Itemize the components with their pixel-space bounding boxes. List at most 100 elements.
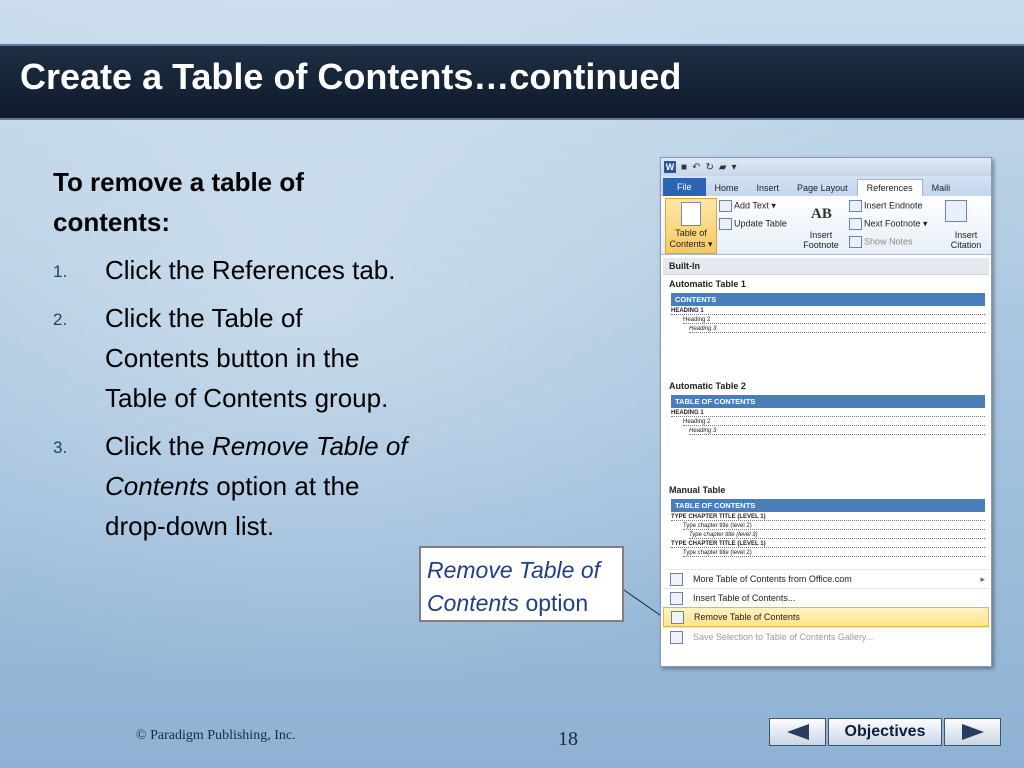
- tab-home[interactable]: Home: [706, 180, 748, 196]
- tab-page-layout[interactable]: Page Layout: [788, 180, 857, 196]
- step-1: 1. Click the References tab.: [53, 250, 413, 290]
- open-folder-icon[interactable]: ▰: [719, 162, 727, 173]
- step-3: 3. Click the Remove Table of Contents op…: [53, 426, 413, 546]
- add-text-button[interactable]: Add Text ▾: [719, 200, 776, 212]
- word-logo-icon: W: [664, 161, 676, 173]
- toc-preview-line: HEADING 1: [671, 308, 985, 315]
- toc-preview-header: CONTENTS: [671, 293, 985, 306]
- toc-preview-header: TABLE OF CONTENTS: [671, 499, 985, 512]
- toc-preview-line: HEADING 1: [671, 410, 985, 417]
- callout-box: Remove Table of Contents option: [419, 546, 624, 622]
- quick-access-toolbar: W ■ ↶ ↻ ▰ ▾: [661, 158, 991, 176]
- next-footnote-label: Next Footnote: [864, 218, 921, 229]
- tab-file[interactable]: File: [663, 178, 706, 196]
- remove-toc-icon: [671, 611, 684, 624]
- update-table-icon: [719, 218, 732, 230]
- insert-endnote-label: Insert Endnote: [864, 200, 923, 211]
- add-text-icon: [719, 200, 732, 212]
- slide-title: Create a Table of Contents…continued: [20, 56, 682, 97]
- save-gallery-icon: [670, 631, 683, 644]
- toc-preview-line: Heading 3: [689, 428, 985, 435]
- step-text-pre: Click the: [105, 431, 212, 461]
- more-toc-label: More Table of Contents from Office.com: [693, 574, 852, 584]
- callout-emphasis-2: Contents: [427, 590, 520, 616]
- toc-preview-line: Type chapter title (level 2): [683, 523, 985, 530]
- table-of-contents-icon: [681, 202, 701, 226]
- toc-preview-header: TABLE OF CONTENTS: [671, 395, 985, 408]
- callout-emphasis: Remove Table of: [427, 557, 601, 583]
- step-number: 1.: [53, 262, 68, 281]
- toc-preview-line: Type chapter title (level 3): [689, 532, 985, 539]
- automatic-table-2-option[interactable]: Automatic Table 2 TABLE OF CONTENTS HEAD…: [663, 377, 989, 481]
- automatic-table-2-label: Automatic Table 2: [669, 381, 746, 391]
- toc-preview-line: TYPE CHAPTER TITLE (LEVEL 1): [671, 514, 985, 521]
- insert-citation-button[interactable]: Insert Citation: [943, 230, 989, 250]
- slide-body: To remove a table of contents: 1. Click …: [53, 162, 413, 554]
- automatic-table-1-label: Automatic Table 1: [669, 279, 746, 289]
- toc-dropdown: Built-In Automatic Table 1 CONTENTS HEAD…: [663, 258, 989, 646]
- toc-preview-line: Heading 2: [683, 419, 985, 426]
- tab-insert[interactable]: Insert: [748, 180, 789, 196]
- step-number: 3.: [53, 438, 68, 457]
- toc-preview-line: Type chapter title (level 2): [683, 550, 985, 557]
- toc-preview-line: Heading 3: [689, 326, 985, 333]
- arrow-left-icon: [787, 724, 809, 740]
- arrow-right-icon: [962, 724, 984, 740]
- toc-preview-line: TYPE CHAPTER TITLE (LEVEL 1): [671, 541, 985, 548]
- automatic-table-1-preview: CONTENTS HEADING 1 Heading 2 Heading 3: [671, 293, 985, 377]
- manual-table-label: Manual Table: [669, 485, 726, 495]
- office-com-icon: [670, 573, 683, 586]
- show-notes-button[interactable]: Show Notes: [849, 236, 913, 248]
- next-slide-button[interactable]: [944, 718, 1001, 746]
- more-toc-office-item[interactable]: More Table of Contents from Office.com ▸: [663, 569, 989, 588]
- table-of-contents-button[interactable]: Table of Contents ▾: [665, 198, 717, 254]
- objectives-button[interactable]: Objectives: [828, 718, 942, 746]
- previous-slide-button[interactable]: [769, 718, 826, 746]
- remove-toc-item[interactable]: Remove Table of Contents: [663, 607, 989, 627]
- update-table-button[interactable]: Update Table: [719, 218, 787, 230]
- manual-table-option[interactable]: Manual Table TABLE OF CONTENTS TYPE CHAP…: [663, 481, 989, 569]
- tab-mailings[interactable]: Maili: [923, 180, 960, 196]
- page-number: 18: [558, 728, 578, 750]
- submenu-arrow-icon: ▸: [980, 574, 985, 584]
- add-text-label: Add Text: [734, 200, 769, 211]
- insert-toc-item[interactable]: Insert Table of Contents...: [663, 588, 989, 607]
- save-icon[interactable]: ■: [681, 162, 687, 173]
- manual-table-preview: TABLE OF CONTENTS TYPE CHAPTER TITLE (LE…: [671, 499, 985, 569]
- insert-citation-icon: [945, 200, 969, 222]
- step-text: Click the References tab.: [105, 255, 396, 285]
- automatic-table-1-option[interactable]: Automatic Table 1 CONTENTS HEADING 1 Hea…: [663, 275, 989, 377]
- insert-footnote-icon: AB: [811, 206, 832, 222]
- steps-list: 1. Click the References tab. 2. Click th…: [53, 250, 413, 546]
- show-notes-label: Show Notes: [864, 236, 913, 247]
- ribbon: Table of Contents ▾ Add Text ▾ Update Ta…: [661, 196, 991, 255]
- copyright: © Paradigm Publishing, Inc.: [136, 728, 296, 743]
- update-table-label: Update Table: [734, 218, 787, 229]
- insert-endnote-button[interactable]: Insert Endnote: [849, 200, 923, 212]
- show-notes-icon: [849, 236, 862, 248]
- step-2: 2. Click the Table of Contents button in…: [53, 298, 413, 418]
- next-footnote-button[interactable]: Next Footnote ▾: [849, 218, 928, 230]
- next-footnote-icon: [849, 218, 862, 230]
- insert-footnote-button[interactable]: Insert Footnote: [801, 230, 841, 250]
- insert-endnote-icon: [849, 200, 862, 212]
- built-in-section: Built-In: [663, 258, 989, 275]
- redo-icon[interactable]: ↻: [705, 162, 713, 173]
- step-number: 2.: [53, 310, 68, 329]
- undo-icon[interactable]: ↶: [692, 162, 700, 173]
- save-selection-item[interactable]: Save Selection to Table of Contents Gall…: [663, 627, 989, 646]
- save-selection-label: Save Selection to Table of Contents Gall…: [693, 632, 874, 642]
- toc-button-label: Table of Contents: [669, 228, 707, 249]
- remove-toc-label: Remove Table of Contents: [694, 612, 800, 622]
- ribbon-tabs: File Home Insert Page Layout References …: [661, 176, 991, 196]
- intro-heading: To remove a table of contents:: [53, 167, 304, 237]
- tab-references[interactable]: References: [856, 179, 923, 196]
- word-screenshot: W ■ ↶ ↻ ▰ ▾ File Home Insert Page Layout…: [660, 157, 992, 667]
- step-text: Click the Table of Contents button in th…: [105, 303, 389, 413]
- toc-preview-line: Heading 2: [683, 317, 985, 324]
- automatic-table-2-preview: TABLE OF CONTENTS HEADING 1 Heading 2 He…: [671, 395, 985, 481]
- insert-toc-label: Insert Table of Contents...: [693, 593, 796, 603]
- title-bar: Create a Table of Contents…continued: [0, 44, 1024, 120]
- callout-text: option: [519, 590, 589, 616]
- customize-toolbar-icon[interactable]: ▾: [732, 162, 737, 173]
